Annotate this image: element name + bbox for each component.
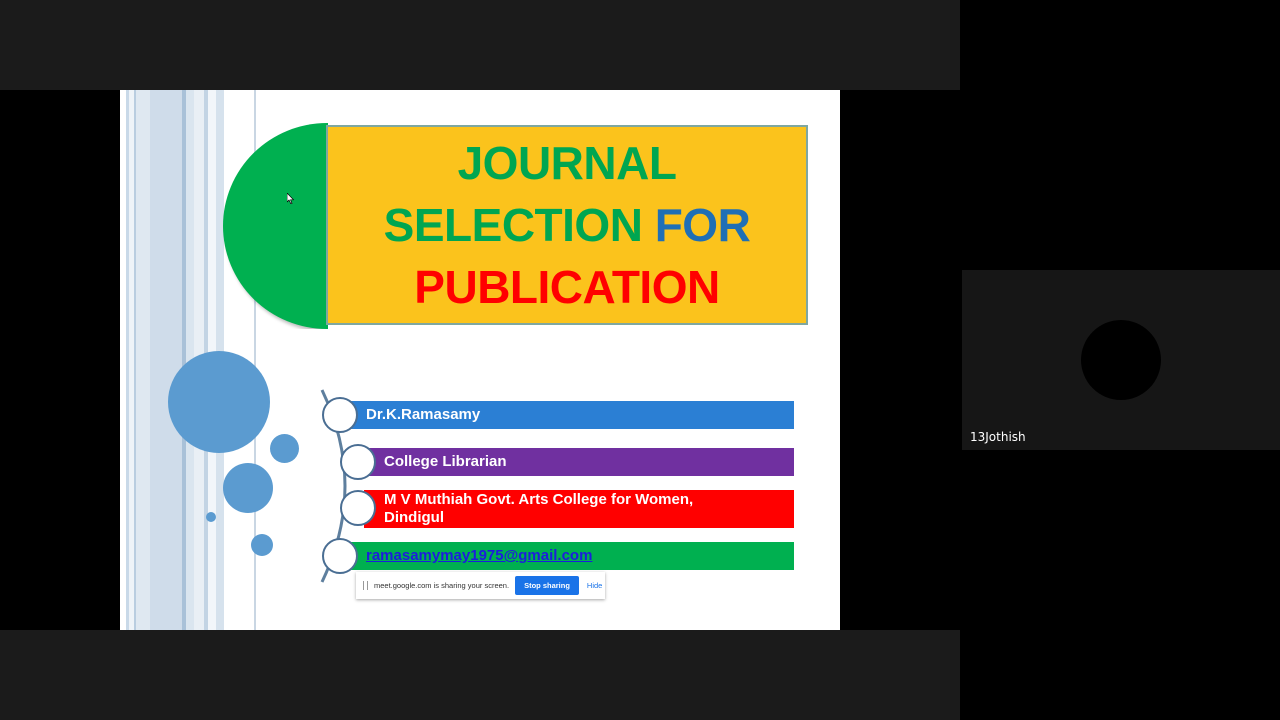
participant-tile[interactable]: 13Jothish (962, 270, 1280, 450)
timeline-node-4 (322, 538, 358, 574)
title-line-3: PUBLICATION (414, 256, 720, 318)
mouse-cursor-icon (287, 193, 294, 204)
screen-share-banner: meet.google.com is sharing your screen. … (356, 572, 605, 599)
author-name: Dr.K.Ramasamy (366, 406, 481, 423)
detail-bar-institution: M V Muthiah Govt. Arts College for Women… (364, 490, 794, 528)
letterbox-top (0, 0, 960, 90)
title-word-publication: PUBLICATION (414, 261, 720, 313)
title-box: JOURNAL SELECTION FOR PUBLICATION (326, 125, 808, 325)
timeline-node-3 (340, 490, 376, 526)
share-message: meet.google.com is sharing your screen. (374, 581, 510, 590)
detail-bar-role: College Librarian (364, 448, 794, 476)
timeline-node-2 (340, 444, 376, 480)
participant-name: 13Jothish (970, 430, 1026, 444)
drag-handle-icon[interactable] (363, 581, 368, 590)
author-role: College Librarian (384, 453, 507, 470)
bubble-small (270, 434, 299, 463)
bubble-medium (223, 463, 273, 513)
participant-avatar (1081, 320, 1161, 400)
title-line-2: SELECTION FOR (384, 194, 751, 256)
timeline-node-1 (322, 397, 358, 433)
shared-slide: JOURNAL SELECTION FOR PUBLICATION Dr.K.R… (120, 90, 840, 630)
title-word-for: FOR (654, 199, 751, 251)
stop-sharing-button[interactable]: Stop sharing (515, 576, 579, 595)
author-email-link[interactable]: ramasamymay1975@gmail.com (366, 547, 592, 565)
detail-bar-email: ramasamymay1975@gmail.com (346, 542, 794, 570)
title-word-selection: SELECTION (383, 199, 655, 251)
author-institution: M V Muthiah Govt. Arts College for Women… (384, 491, 694, 526)
bubble-small-2 (251, 534, 273, 556)
bubble-large (168, 351, 270, 453)
detail-bar-name: Dr.K.Ramasamy (346, 401, 794, 429)
title-line-1: JOURNAL (458, 132, 677, 194)
letterbox-bottom (0, 630, 960, 720)
presentation-stage: JOURNAL SELECTION FOR PUBLICATION Dr.K.R… (0, 0, 960, 720)
bubble-tiny (206, 512, 216, 522)
hide-button[interactable]: Hide (587, 581, 602, 590)
title-word-journal: JOURNAL (457, 137, 677, 189)
